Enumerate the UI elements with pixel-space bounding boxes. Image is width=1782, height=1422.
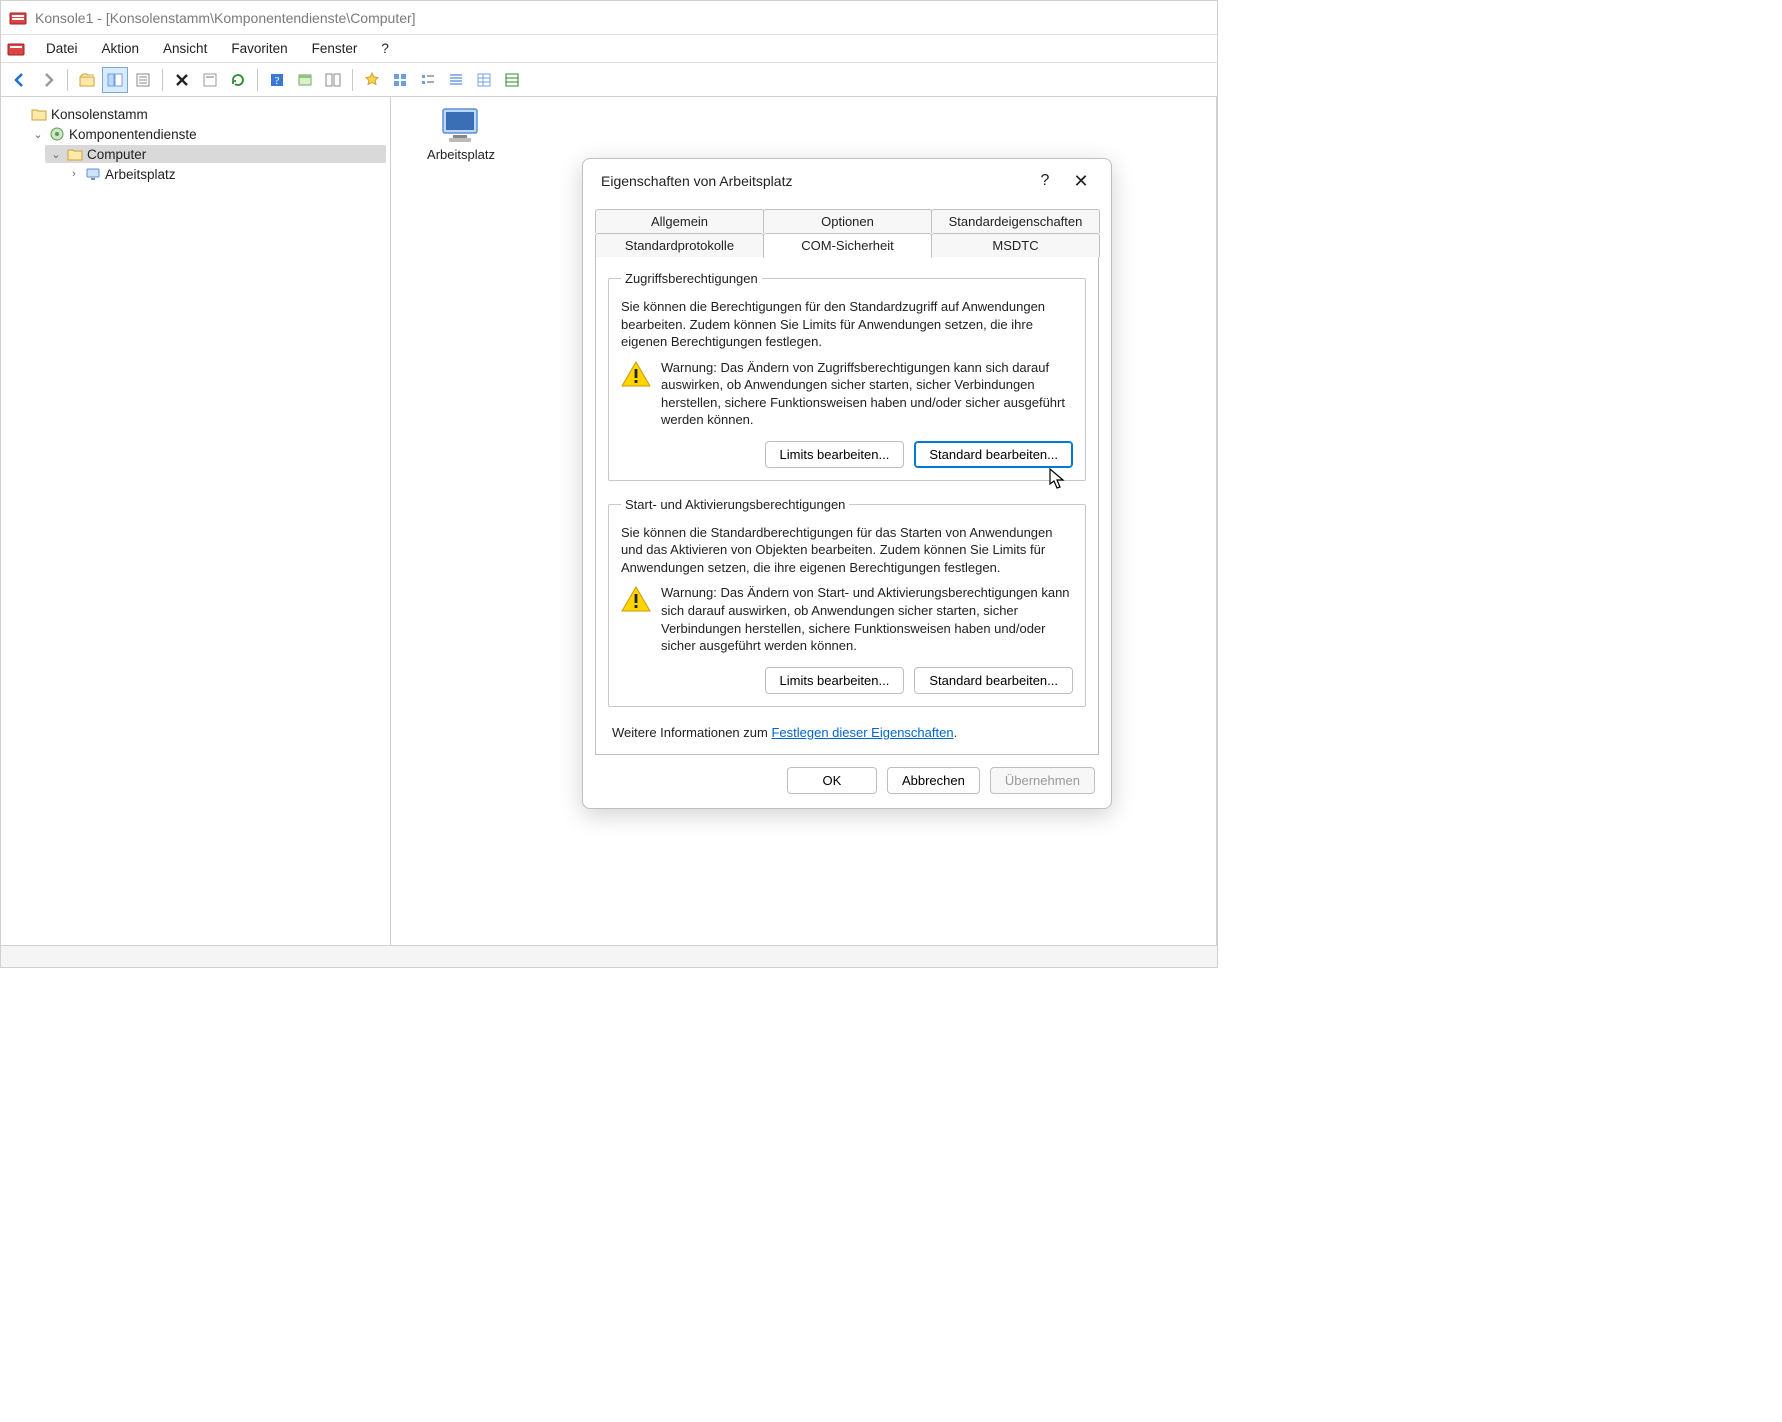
help-button[interactable]: ? <box>264 67 290 93</box>
tab-msdtc[interactable]: MSDTC <box>931 233 1100 257</box>
info-link-row: Weitere Informationen zum Festlegen dies… <box>612 725 1082 740</box>
toolbar-separator <box>162 69 163 91</box>
show-hide-tree-button[interactable] <box>102 67 128 93</box>
back-button[interactable] <box>7 67 33 93</box>
apply-button[interactable]: Übernehmen <box>990 767 1095 794</box>
tree-root-node[interactable]: Konsolenstamm <box>9 105 386 123</box>
menu-help[interactable]: ? <box>370 37 400 60</box>
caret-down-icon[interactable]: ⌄ <box>31 128 45 141</box>
component-services-icon <box>49 126 65 142</box>
title-bar: Konsole1 - [Konsolenstamm\Komponentendie… <box>1 1 1217 35</box>
folder-icon <box>67 146 83 162</box>
view-list-button[interactable] <box>443 67 469 93</box>
delete-button[interactable] <box>169 67 195 93</box>
tab-general[interactable]: Allgemein <box>595 209 764 233</box>
menu-window[interactable]: Fenster <box>301 37 369 60</box>
dialog-title: Eigenschaften von Arbeitsplatz <box>601 173 792 189</box>
dialog-button-row: OK Abbrechen Übernehmen <box>583 755 1111 808</box>
toolbar-separator <box>67 69 68 91</box>
view-large-icons-button[interactable] <box>387 67 413 93</box>
warning-icon <box>621 361 651 387</box>
tab-default-protocols[interactable]: Standardprotokolle <box>595 233 764 257</box>
menu-favorites[interactable]: Favoriten <box>220 37 298 60</box>
dialog-title-bar: Eigenschaften von Arbeitsplatz ? ✕ <box>583 159 1111 203</box>
tree-pane[interactable]: Konsolenstamm ⌄ Komponentendienste <box>1 97 391 945</box>
computer-icon <box>85 166 101 182</box>
tree-node-computer[interactable]: ⌄ Computer <box>45 145 386 163</box>
view-tiles-button[interactable] <box>499 67 525 93</box>
tree-node-workstation[interactable]: › Arbeitsplatz <box>63 165 386 183</box>
tab-default-props[interactable]: Standardeigenschaften <box>931 209 1100 233</box>
menu-file[interactable]: Datei <box>35 37 89 60</box>
tab-com-security[interactable]: COM-Sicherheit <box>763 233 932 258</box>
view-details-button[interactable] <box>471 67 497 93</box>
folder-icon <box>31 106 47 122</box>
info-link[interactable]: Festlegen dieser Eigenschaften <box>771 725 953 740</box>
access-warning-row: Warnung: Das Ändern von Zugriffsberechti… <box>621 359 1073 429</box>
access-warning-text: Warnung: Das Ändern von Zugriffsberechti… <box>661 359 1073 429</box>
toolbar-separator <box>352 69 353 91</box>
access-edit-default-button[interactable]: Standard bearbeiten... <box>914 441 1073 468</box>
tab-body-com-security: Zugriffsberechtigungen Sie können die Be… <box>595 256 1099 755</box>
dialog-tabs: Allgemein Optionen Standardeigenschaften… <box>595 209 1099 755</box>
status-bar <box>1 945 1217 967</box>
forward-button[interactable] <box>35 67 61 93</box>
new-window-button[interactable] <box>292 67 318 93</box>
dialog-close-button[interactable]: ✕ <box>1063 167 1099 195</box>
tab-options[interactable]: Optionen <box>763 209 932 233</box>
app-menu-icon <box>5 38 27 60</box>
launch-edit-default-button[interactable]: Standard bearbeiten... <box>914 667 1073 694</box>
svg-text:?: ? <box>275 75 280 87</box>
tile-windows-button[interactable] <box>320 67 346 93</box>
group-access-permissions: Zugriffsberechtigungen Sie können die Be… <box>608 271 1086 481</box>
up-level-button[interactable] <box>74 67 100 93</box>
caret-right-icon[interactable]: › <box>67 168 81 180</box>
app-icon <box>9 9 27 27</box>
access-edit-limits-button[interactable]: Limits bearbeiten... <box>765 441 905 468</box>
launch-warning-row: Warnung: Das Ändern von Start- und Aktiv… <box>621 584 1073 654</box>
launch-edit-limits-button[interactable]: Limits bearbeiten... <box>765 667 905 694</box>
properties-button[interactable] <box>197 67 223 93</box>
toolbar-separator <box>257 69 258 91</box>
info-suffix: . <box>954 725 958 740</box>
group-access-legend: Zugriffsberechtigungen <box>621 271 762 286</box>
info-prefix: Weitere Informationen zum <box>612 725 771 740</box>
warning-icon <box>621 586 651 612</box>
toolbar: ? <box>1 63 1217 97</box>
export-list-button[interactable] <box>130 67 156 93</box>
computer-large-icon <box>437 105 485 145</box>
ok-button[interactable]: OK <box>787 767 877 794</box>
menu-action[interactable]: Aktion <box>91 37 151 60</box>
menu-bar: Datei Aktion Ansicht Favoriten Fenster ? <box>1 35 1217 63</box>
group-access-text: Sie können die Berechtigungen für den St… <box>621 298 1073 351</box>
window-title: Konsole1 - [Konsolenstamm\Komponentendie… <box>35 10 416 26</box>
listview-item-label: Arbeitsplatz <box>411 147 511 162</box>
group-launch-legend: Start- und Aktivierungsberechtigungen <box>621 497 849 512</box>
refresh-button[interactable] <box>225 67 251 93</box>
properties-dialog: Eigenschaften von Arbeitsplatz ? ✕ Allge… <box>582 158 1112 809</box>
listview-item-workstation[interactable]: Arbeitsplatz <box>411 105 511 162</box>
action-star-button[interactable] <box>359 67 385 93</box>
tree-node-services[interactable]: ⌄ Komponentendienste <box>27 125 386 143</box>
cancel-button[interactable]: Abbrechen <box>887 767 980 794</box>
dialog-help-button[interactable]: ? <box>1027 167 1063 195</box>
group-launch-permissions: Start- und Aktivierungsberechtigungen Si… <box>608 497 1086 707</box>
view-small-icons-button[interactable] <box>415 67 441 93</box>
group-launch-text: Sie können die Standardberechtigungen fü… <box>621 524 1073 577</box>
launch-warning-text: Warnung: Das Ändern von Start- und Aktiv… <box>661 584 1073 654</box>
menu-view[interactable]: Ansicht <box>152 37 218 60</box>
caret-down-icon[interactable]: ⌄ <box>49 148 63 161</box>
